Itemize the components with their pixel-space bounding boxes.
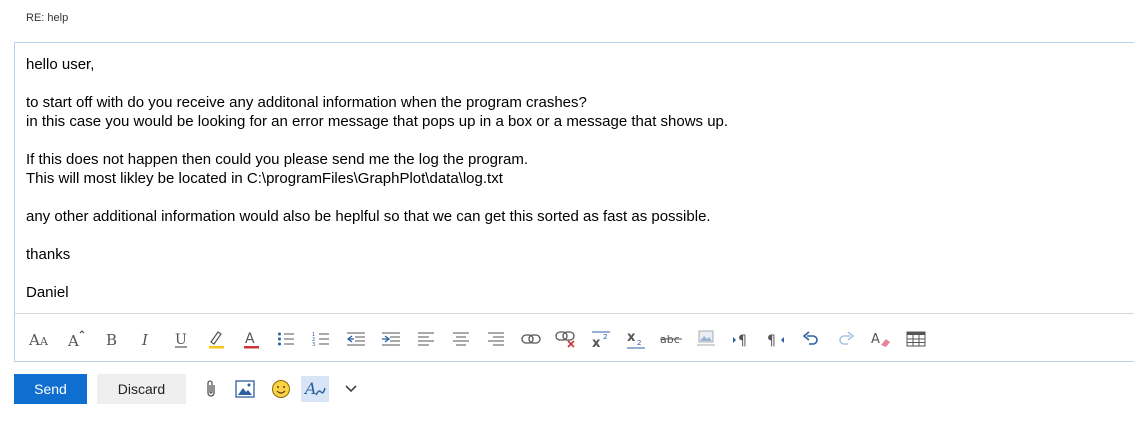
body-line [26,74,1106,93]
message-body[interactable]: hello user, to start off with do you rec… [26,55,1106,302]
body-line: thanks [26,246,71,263]
highlight-icon[interactable] [203,328,229,350]
italic-icon[interactable]: I [134,328,160,350]
svg-text:2: 2 [603,333,607,341]
svg-text:U: U [175,332,187,348]
formatting-toggle-icon[interactable]: A [301,376,329,402]
bold-icon[interactable]: B [99,328,125,350]
insert-picture-icon[interactable] [231,376,259,402]
rtl-icon[interactable]: ¶ [763,328,789,350]
svg-text:A: A [245,331,255,347]
align-center-icon[interactable] [448,328,474,350]
numbering-icon[interactable]: 123 [308,328,334,350]
underline-icon[interactable]: U [168,328,194,350]
body-line: hello user, [26,56,95,73]
align-left-icon[interactable] [413,328,439,350]
bullets-icon[interactable] [273,328,299,350]
svg-text:x: x [627,330,636,345]
compose-area[interactable]: hello user, to start off with do you rec… [14,42,1134,362]
insert-image-inline-icon[interactable] [693,328,719,350]
chevron-down-icon[interactable] [337,376,365,402]
redo-icon[interactable] [833,328,859,350]
email-subject: RE: help [26,12,69,24]
subscript-icon[interactable]: x2 [623,328,649,350]
svg-text:A: A [871,332,880,347]
body-line: in this case you would be looking for an… [26,113,729,130]
body-line [26,131,1106,150]
body-line: any other additional information would a… [26,208,711,225]
emoji-icon[interactable] [267,376,295,402]
svg-text:3: 3 [312,342,315,347]
font-size-icon[interactable]: AA [27,328,53,350]
discard-button[interactable]: Discard [97,374,186,404]
body-line: This will most likley be located in C:\p… [26,170,503,187]
undo-icon[interactable] [798,328,824,350]
align-right-icon[interactable] [483,328,509,350]
body-line: to start off with do you receive any add… [26,94,587,111]
svg-text:A: A [29,331,40,348]
remove-link-icon[interactable] [553,328,579,350]
increase-indent-icon[interactable] [378,328,404,350]
insert-link-icon[interactable] [518,328,544,350]
font-color-icon[interactable]: A [238,328,264,350]
clear-formatting-icon[interactable]: A [868,328,894,350]
svg-text:B: B [106,331,117,348]
body-line [26,226,1106,245]
body-line [26,264,1106,283]
grow-font-icon[interactable]: A [63,328,89,350]
insert-table-icon[interactable] [903,328,929,350]
strikethrough-icon[interactable]: abc [658,328,684,350]
svg-text:¶: ¶ [738,333,747,347]
svg-text:x: x [592,336,601,348]
formatting-toolbar: AA A B I U A 123 x 2 x 2 abc ¶ ¶ A [15,313,1134,362]
compose-actions: Send Discard A [14,374,414,404]
svg-text:A: A [304,379,317,398]
attach-icon[interactable] [197,376,225,402]
svg-text:A: A [67,332,79,348]
send-button[interactable]: Send [14,374,87,404]
ltr-icon[interactable]: ¶ [728,328,754,350]
body-line [26,188,1106,207]
superscript-icon[interactable]: x2 [588,328,614,350]
svg-text:I: I [141,331,149,348]
body-line: Daniel [26,284,69,301]
svg-text:2: 2 [637,339,641,347]
svg-text:A: A [39,335,49,348]
svg-text:¶: ¶ [767,333,776,347]
body-line: If this does not happen then could you p… [26,151,529,168]
decrease-indent-icon[interactable] [343,328,369,350]
